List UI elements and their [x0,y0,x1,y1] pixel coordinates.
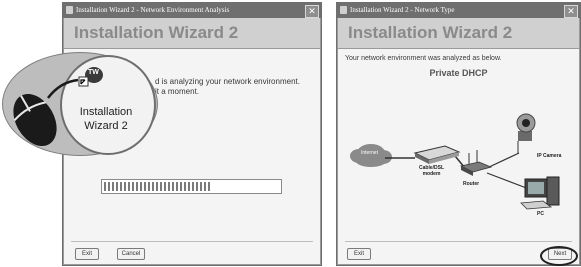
router-label: Router [463,181,480,187]
exit-button[interactable]: Exit [75,248,99,260]
exit-button[interactable]: Exit [347,248,371,260]
router-icon [459,150,493,176]
analyzing-message-line1: d is analyzing your network environment. [155,77,300,86]
close-icon[interactable]: ✕ [305,5,319,18]
network-diagram [350,113,560,210]
analyzing-message-line2: it a moment. [155,87,200,96]
modem-icon [413,145,461,164]
cancel-button[interactable]: Cancel [117,248,145,260]
footer-divider [345,241,572,242]
footer-divider [71,241,313,242]
pc-label: PC [537,211,544,217]
installer-window-network-type: Installation Wizard 2 - Network Type ✕ I… [336,2,581,266]
ip-camera-label: IP Camera [537,153,562,159]
ip-camera-icon [516,113,536,153]
icon-badge-text: TW [88,69,99,76]
modem-label: Cable/DSL modem [419,165,445,177]
next-button-highlight [540,246,578,266]
desktop-icon-label-line1: Installation [79,106,133,118]
analysis-progress-bar [101,179,282,194]
desktop-icon-label-line2: Wizard 2 [84,120,128,132]
desktop-icon-label: Installation Wizard 2 [60,105,152,133]
installation-wizard-shortcut-icon[interactable]: TW [78,66,104,88]
pc-icon [520,176,560,210]
internet-label: Internet [361,150,378,156]
progress-fill [104,182,211,191]
